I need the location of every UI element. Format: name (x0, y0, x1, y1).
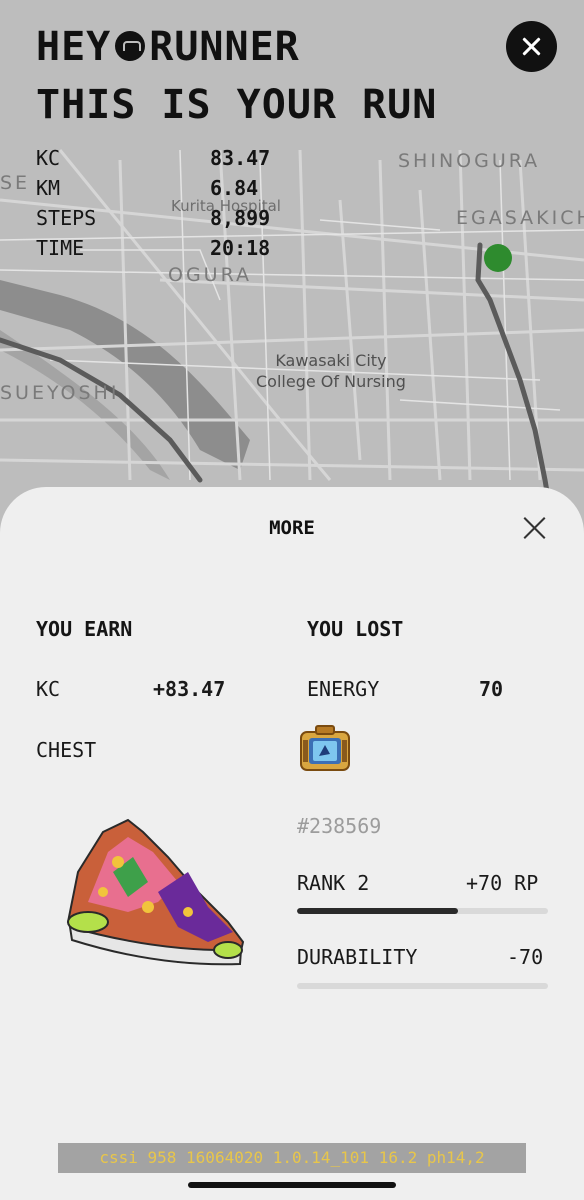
map-label-sueyoshi: SUEYOSHI (0, 382, 120, 404)
map-label-se: SE (0, 172, 31, 194)
stat-row-time: TIME 20:18 (36, 236, 270, 266)
map-label-kawasaki-college: Kawasaki City College Of Nursing (256, 351, 406, 391)
sheet-title: MORE (269, 517, 315, 539)
map-label-shinogura: SHINOGURA (398, 150, 541, 172)
you-lost-heading: YOU LOST (307, 617, 404, 641)
lost-energy-value: 70 (479, 677, 504, 701)
build-info-tag: cssi 958 16064020 1.0.14_101 16.2 ph14,2 (58, 1143, 526, 1173)
greeting-line-1: HEY RUNNER (36, 24, 300, 70)
sneaker-id: #238569 (297, 814, 382, 838)
stat-label: KC (36, 146, 61, 170)
chest-icon[interactable] (299, 724, 351, 774)
brand-logo-icon (115, 31, 146, 61)
more-sheet: MORE YOU EARN YOU LOST KC +83.47 ENERGY … (0, 487, 584, 1200)
current-position-marker (484, 244, 512, 272)
close-map-button[interactable] (506, 21, 557, 72)
earn-kc-value: +83.47 (153, 677, 226, 701)
rank-label: RANK 2 (297, 871, 370, 895)
stat-row-km: KM 6.84 (36, 176, 270, 206)
you-earn-heading: YOU EARN (36, 617, 133, 641)
run-stats: KC 83.47 KM 6.84 STEPS 8,899 TIME 20:18 (36, 146, 270, 266)
stat-value: 8,899 (210, 206, 271, 230)
stat-label: KM (36, 176, 61, 200)
durability-progress-bar (297, 983, 548, 989)
rank-progress-fill (297, 908, 458, 914)
home-indicator[interactable] (188, 1182, 396, 1188)
greeting-hey: HEY (36, 24, 112, 70)
stat-row-steps: STEPS 8,899 (36, 206, 270, 236)
stat-value: 20:18 (210, 236, 271, 260)
rank-points: +70 RP (466, 871, 539, 895)
durability-label: DURABILITY (297, 945, 418, 969)
close-sheet-button[interactable] (521, 515, 548, 542)
stat-label: TIME (36, 236, 85, 260)
greeting-runner: RUNNER (149, 24, 300, 70)
rank-progress-bar (297, 908, 548, 914)
stat-value: 83.47 (210, 146, 271, 170)
map-label-ogura: OGURA (168, 264, 253, 286)
greeting-line-2: THIS IS YOUR RUN (36, 82, 438, 128)
stat-value: 6.84 (210, 176, 259, 200)
chest-label: CHEST (36, 738, 97, 762)
earn-kc-label: KC (36, 677, 61, 701)
durability-value: -70 (507, 945, 544, 969)
lost-energy-label: ENERGY (307, 677, 380, 701)
stat-row-kc: KC 83.47 (36, 146, 270, 176)
map-label-egasakichi: EGASAKICH (456, 207, 584, 229)
stat-label: STEPS (36, 206, 97, 230)
sneaker-image[interactable] (58, 812, 248, 972)
